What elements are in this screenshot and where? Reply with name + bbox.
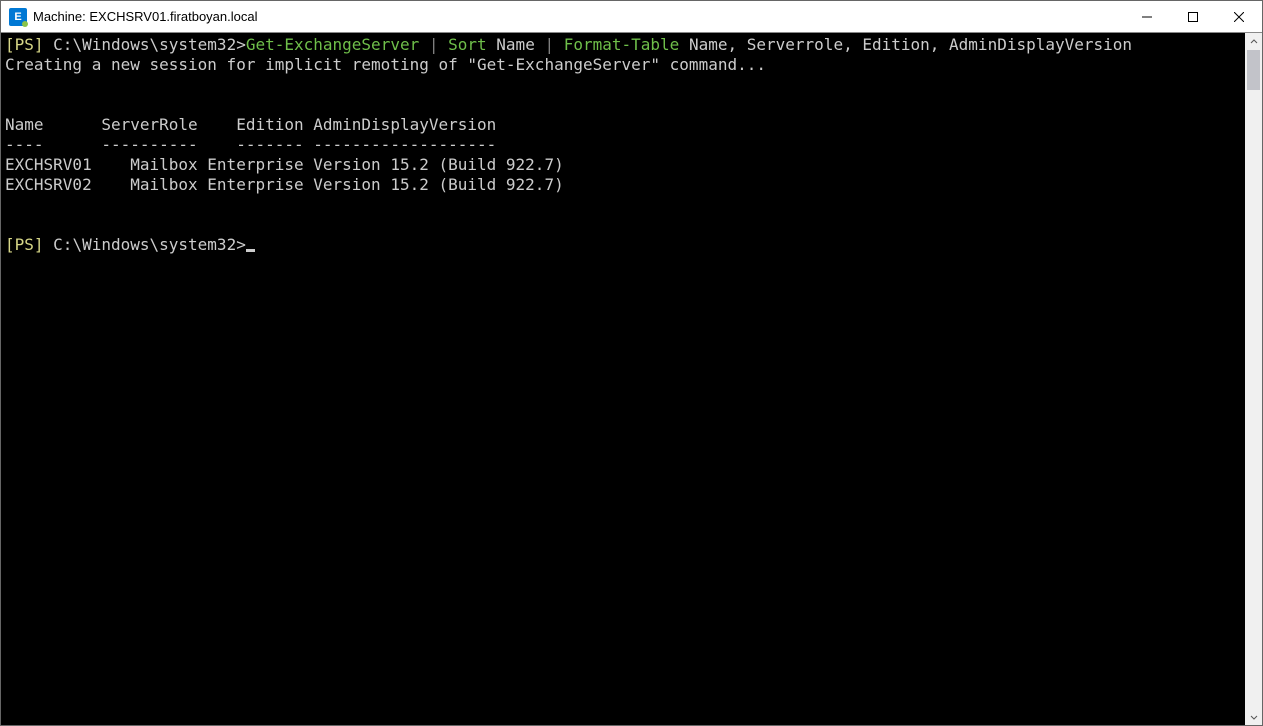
cmdlet-sort: Sort [448, 35, 487, 54]
pipe2: | [544, 35, 563, 54]
table-headers: Name ServerRole Edition AdminDisplayVers… [5, 115, 496, 134]
maximize-button[interactable] [1170, 1, 1216, 32]
cmdlet-format-table: Format-Table [564, 35, 680, 54]
table-row: EXCHSRV02 Mailbox Enterprise Version 15.… [5, 175, 564, 194]
vertical-scrollbar[interactable] [1245, 33, 1262, 725]
prompt-path-text: C:\Windows\system32> [53, 35, 246, 54]
scroll-down-button[interactable] [1245, 708, 1262, 725]
scroll-up-button[interactable] [1245, 33, 1262, 50]
prompt-path [44, 35, 54, 54]
window-title: Machine: EXCHSRV01.firatboyan.local [33, 9, 258, 24]
table-divider: ---- ---------- ------- ----------------… [5, 135, 496, 154]
console-area: [PS] C:\Windows\system32>Get-ExchangeSer… [1, 33, 1262, 725]
chevron-down-icon [1250, 713, 1258, 721]
sort-arg: Name [487, 35, 545, 54]
maximize-icon [1188, 12, 1198, 22]
scroll-thumb[interactable] [1247, 50, 1260, 90]
prompt-space [44, 235, 54, 254]
minimize-button[interactable] [1124, 1, 1170, 32]
status-line: Creating a new session for implicit remo… [5, 55, 766, 74]
minimize-icon [1142, 12, 1152, 22]
app-icon: E [9, 8, 27, 26]
ps-tag: [PS] [5, 235, 44, 254]
prompt-path-text: C:\Windows\system32> [53, 235, 246, 254]
window-titlebar: E Machine: EXCHSRV01.firatboyan.local [1, 1, 1262, 33]
chevron-up-icon [1250, 38, 1258, 46]
ps-tag: [PS] [5, 35, 44, 54]
cmdlet-get-exchangeserver: Get-ExchangeServer [246, 35, 419, 54]
text-cursor [246, 249, 255, 252]
window-controls [1124, 1, 1262, 32]
table-row: EXCHSRV01 Mailbox Enterprise Version 15.… [5, 155, 564, 174]
close-button[interactable] [1216, 1, 1262, 32]
terminal-output[interactable]: [PS] C:\Windows\system32>Get-ExchangeSer… [1, 33, 1245, 725]
pipe1: | [419, 35, 448, 54]
close-icon [1234, 12, 1244, 22]
format-table-args: Name, Serverrole, Edition, AdminDisplayV… [679, 35, 1132, 54]
